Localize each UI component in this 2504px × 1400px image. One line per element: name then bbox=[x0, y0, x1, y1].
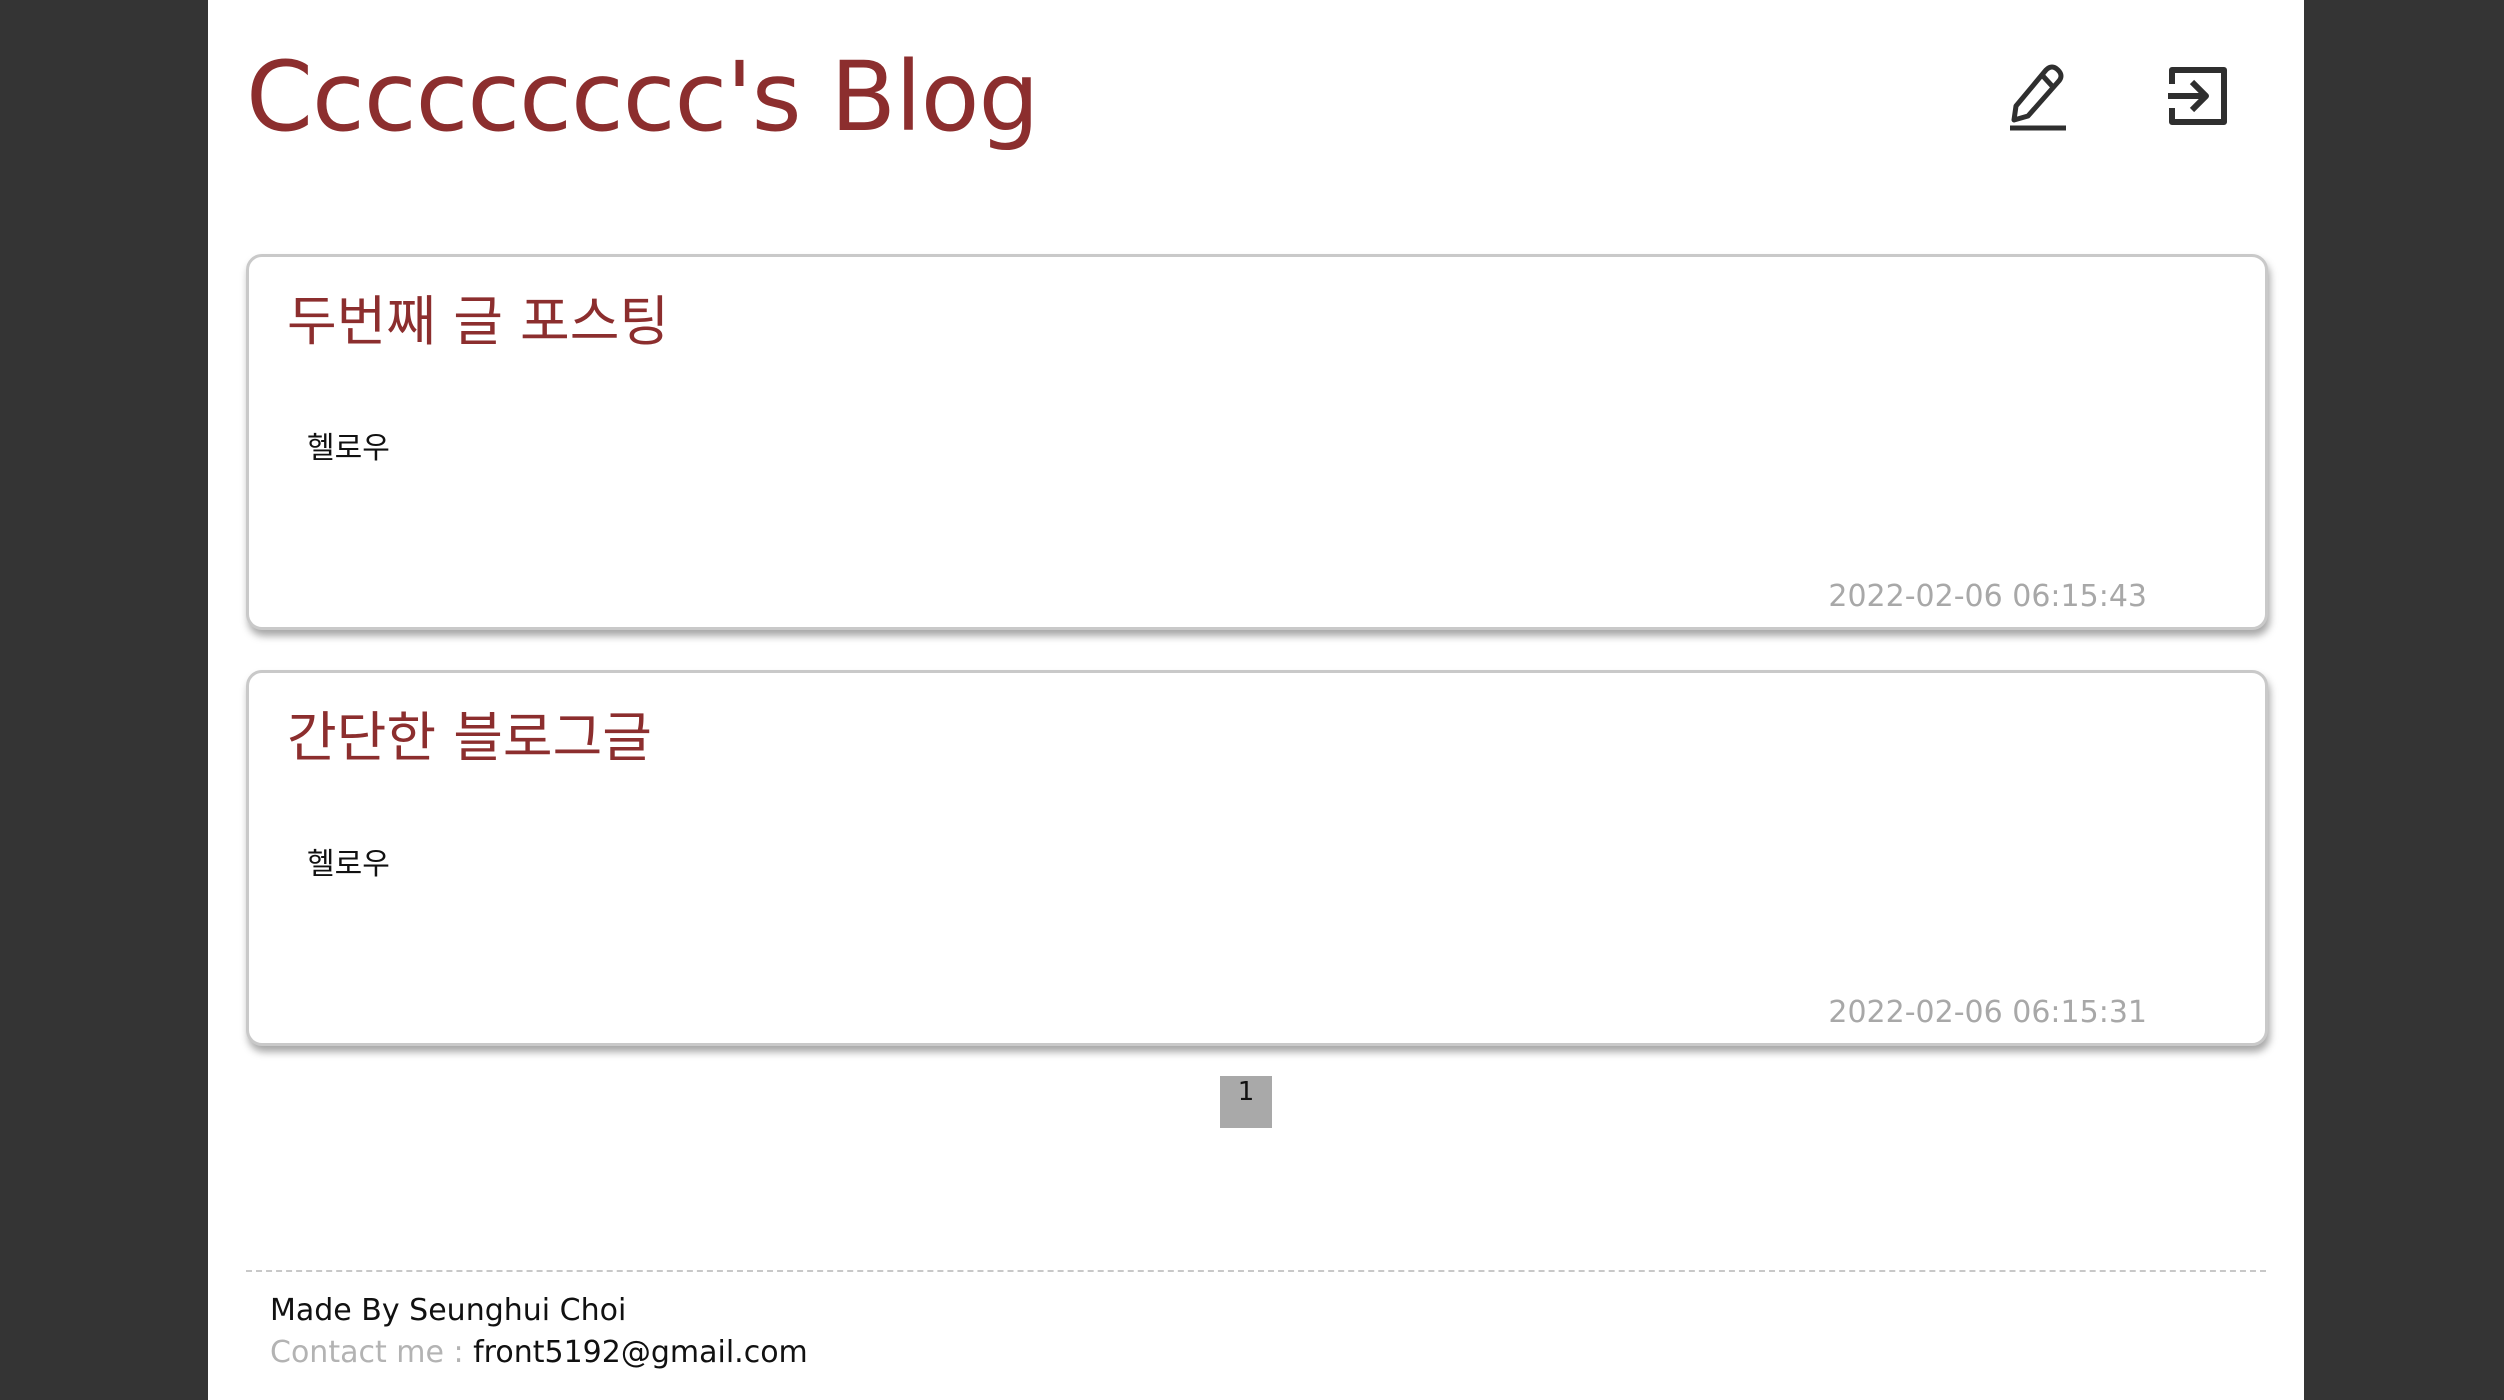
header: Ccccccccc's Blog bbox=[208, 0, 2304, 200]
pencil-icon bbox=[2010, 64, 2066, 131]
page-number-button[interactable]: 1 bbox=[1220, 1076, 1272, 1128]
post-body: 헬로우 bbox=[307, 431, 390, 466]
post-list: 두번째 글 포스팅 헬로우 2022-02-06 06:15:43 간단한 블로… bbox=[246, 254, 2268, 1086]
post-title[interactable]: 두번째 글 포스팅 bbox=[287, 287, 669, 357]
page-container: Ccccccccc's Blog 두번째 글 포스팅 헬로우 2022-02-0… bbox=[208, 0, 2304, 1400]
logout-icon bbox=[2168, 67, 2227, 125]
pagination: 1 bbox=[208, 1076, 2304, 1128]
post-date: 2022-02-06 06:15:43 bbox=[1828, 579, 2147, 614]
post-card[interactable]: 두번째 글 포스팅 헬로우 2022-02-06 06:15:43 bbox=[246, 254, 2268, 630]
logout-button[interactable] bbox=[2158, 56, 2238, 136]
write-post-button[interactable] bbox=[1998, 56, 2078, 136]
footer-contact: Contact me : front5192@gmail.com bbox=[270, 1332, 808, 1374]
post-date: 2022-02-06 06:15:31 bbox=[1828, 995, 2147, 1030]
contact-label: Contact me : bbox=[270, 1335, 474, 1370]
footer: Made By Seunghui Choi Contact me : front… bbox=[246, 1270, 2266, 1370]
contact-email[interactable]: front5192@gmail.com bbox=[473, 1335, 808, 1370]
post-body: 헬로우 bbox=[307, 847, 390, 882]
post-title[interactable]: 간단한 블로그글 bbox=[287, 703, 652, 773]
post-card[interactable]: 간단한 블로그글 헬로우 2022-02-06 06:15:31 bbox=[246, 670, 2268, 1046]
blog-title[interactable]: Ccccccccc's Blog bbox=[246, 42, 1039, 152]
footer-made-by: Made By Seunghui Choi bbox=[270, 1293, 627, 1328]
